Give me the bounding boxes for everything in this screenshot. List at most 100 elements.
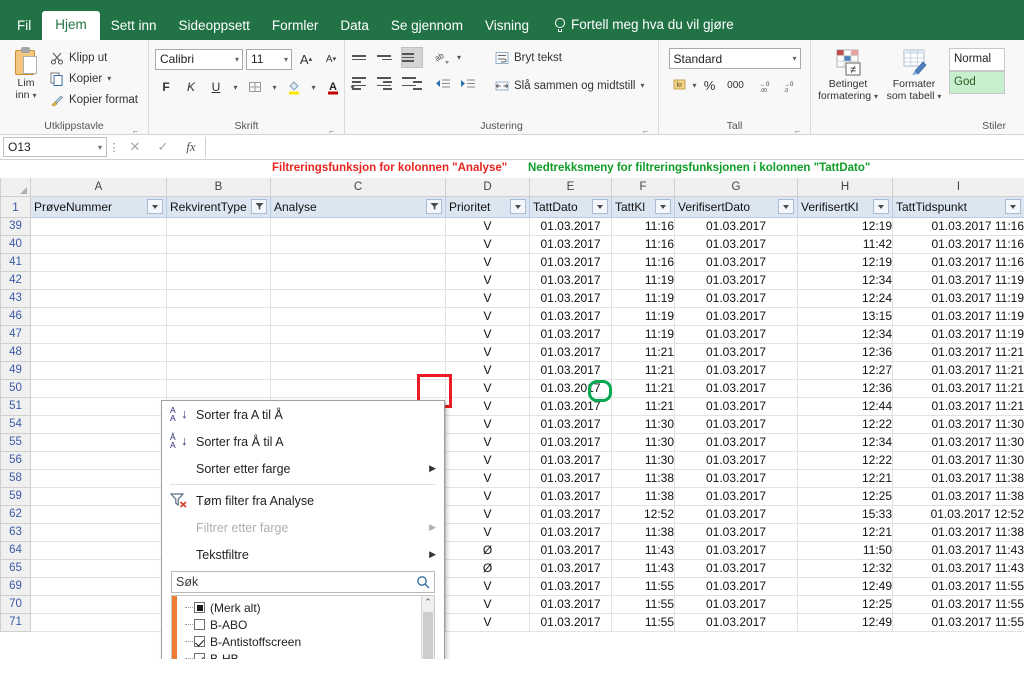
row-header-1[interactable]: 1 [0, 195, 31, 218]
cell-C39[interactable] [270, 217, 446, 236]
cell-H51[interactable]: 12:44 [797, 397, 893, 416]
cell-I71[interactable]: 01.03.2017 11:55 [892, 613, 1024, 632]
cell-A70[interactable] [30, 595, 167, 614]
table-row[interactable]: 69INNES-CRPV01.03.201711:5501.03.201712:… [0, 576, 1024, 596]
cell-D39[interactable]: V [445, 217, 530, 236]
row-header[interactable]: 70 [0, 594, 31, 614]
cell-E56[interactable]: 01.03.2017 [529, 451, 612, 470]
cell-H55[interactable]: 12:34 [797, 433, 893, 452]
cell-A64[interactable] [30, 541, 167, 560]
filter-option-item[interactable]: B-ABO [177, 616, 421, 633]
cell-A40[interactable] [30, 235, 167, 254]
column-header-a[interactable]: A [30, 178, 167, 197]
cell-E70[interactable]: 01.03.2017 [529, 595, 612, 614]
cell-F46[interactable]: 11:19 [611, 307, 675, 326]
cell-D62[interactable]: V [445, 505, 530, 524]
cell-F62[interactable]: 12:52 [611, 505, 675, 524]
borders-dropdown-arrow-icon[interactable]: ▾ [269, 77, 280, 98]
underline-dropdown-arrow-icon[interactable]: ▾ [230, 77, 241, 98]
cell-D65[interactable]: Ø [445, 559, 530, 578]
orientation-dropdown-arrow-icon[interactable]: ▾ [457, 53, 461, 62]
format-painter-button[interactable]: Kopier format [46, 89, 142, 110]
increase-indent-button[interactable] [457, 73, 479, 94]
cell-E62[interactable]: 01.03.2017 [529, 505, 612, 524]
cell-I63[interactable]: 01.03.2017 11:38 [892, 523, 1024, 542]
cell-I64[interactable]: 01.03.2017 11:43 [892, 541, 1024, 560]
column-header-i[interactable]: I [892, 178, 1024, 197]
cell-I50[interactable]: 01.03.2017 11:21 [892, 379, 1024, 398]
cell-D54[interactable]: V [445, 415, 530, 434]
table-row[interactable]: 51 V 01.03.2017 11:21 01.03.2017 12:44 01.03.2… [0, 396, 1024, 416]
cell-E47[interactable]: 01.03.2017 [529, 325, 612, 344]
cell-G56[interactable]: 01.03.2017 [674, 451, 798, 470]
increase-font-size-button[interactable]: A ▴ [295, 49, 317, 70]
cell-A43[interactable] [30, 289, 167, 308]
cell-F49[interactable]: 11:21 [611, 361, 675, 380]
cell-H71[interactable]: 12:49 [797, 613, 893, 632]
cell-G55[interactable]: 01.03.2017 [674, 433, 798, 452]
cell-B46[interactable] [166, 307, 271, 326]
cell-D42[interactable]: V [445, 271, 530, 290]
filter-options-list[interactable]: (Merk alt)B-ABOB-AntistoffscreenB-HBB-Rh… [171, 595, 435, 659]
row-header[interactable]: 65 [0, 558, 31, 578]
filter-button-tattkl[interactable] [655, 199, 671, 214]
table-row[interactable]: 56 V 01.03.2017 11:30 01.03.2017 12:22 01.03.2… [0, 450, 1024, 470]
cell-H46[interactable]: 13:15 [797, 307, 893, 326]
conditional-formatting-button[interactable]: ≠ Betinget formatering ▾ [817, 47, 879, 102]
menu-item-clear-filter[interactable]: Tøm filter fra Analyse [162, 487, 444, 514]
cell-F55[interactable]: 11:30 [611, 433, 675, 452]
cell-E59[interactable]: 01.03.2017 [529, 487, 612, 506]
cell-H59[interactable]: 12:25 [797, 487, 893, 506]
cell-C43[interactable] [270, 289, 446, 308]
cell-G63[interactable]: 01.03.2017 [674, 523, 798, 542]
row-header[interactable]: 64 [0, 540, 31, 560]
cell-G50[interactable]: 01.03.2017 [674, 379, 798, 398]
cell-F71[interactable]: 11:55 [611, 613, 675, 632]
cell-E63[interactable]: 01.03.2017 [529, 523, 612, 542]
cell-F54[interactable]: 11:30 [611, 415, 675, 434]
cell-E48[interactable]: 01.03.2017 [529, 343, 612, 362]
row-header[interactable]: 42 [0, 270, 31, 290]
cell-I39[interactable]: 01.03.2017 11:16 [892, 217, 1024, 236]
row-header[interactable]: 51 [0, 396, 31, 416]
number-format-combo[interactable]: Standard ▾ [668, 48, 801, 69]
table-row[interactable]: 40 V 01.03.2017 11:16 01.03.2017 11:42 01.03.2… [0, 234, 1024, 254]
accounting-format-button[interactable]: kr [668, 75, 690, 96]
ribbon-tab-visning[interactable]: Visning [474, 13, 540, 41]
cell-A69[interactable] [30, 577, 167, 596]
row-header[interactable]: 43 [0, 288, 31, 308]
cell-I43[interactable]: 01.03.2017 11:19 [892, 289, 1024, 308]
cell-G47[interactable]: 01.03.2017 [674, 325, 798, 344]
cell-G54[interactable]: 01.03.2017 [674, 415, 798, 434]
cell-A58[interactable] [30, 469, 167, 488]
cell-E69[interactable]: 01.03.2017 [529, 577, 612, 596]
clipboard-dialog-launcher[interactable]: ⌐ [131, 124, 140, 136]
fill-color-dropdown-arrow-icon[interactable]: ▾ [308, 77, 319, 98]
checkbox-icon[interactable] [194, 636, 205, 647]
cell-A41[interactable] [30, 253, 167, 272]
cell-B42[interactable] [166, 271, 271, 290]
cell-F51[interactable]: 11:21 [611, 397, 675, 416]
table-row[interactable]: 49 V 01.03.2017 11:21 01.03.2017 12:27 01.03.2… [0, 360, 1024, 380]
cell-D46[interactable]: V [445, 307, 530, 326]
align-bottom-button[interactable] [401, 47, 423, 68]
cell-E49[interactable]: 01.03.2017 [529, 361, 612, 380]
cell-I40[interactable]: 01.03.2017 11:16 [892, 235, 1024, 254]
cell-D50[interactable]: V [445, 379, 530, 398]
row-header[interactable]: 46 [0, 306, 31, 326]
copy-button[interactable]: Kopier ▾ [46, 68, 142, 89]
filter-option-item[interactable]: B-HB [177, 650, 421, 659]
cell-E39[interactable]: 01.03.2017 [529, 217, 612, 236]
cell-A46[interactable] [30, 307, 167, 326]
cell-B49[interactable] [166, 361, 271, 380]
cell-D55[interactable]: V [445, 433, 530, 452]
ribbon-tab-fil[interactable]: Fil [6, 13, 42, 41]
italic-button[interactable]: K [180, 77, 202, 98]
cell-D43[interactable]: V [445, 289, 530, 308]
cell-I62[interactable]: 01.03.2017 12:52 [892, 505, 1024, 524]
formula-input[interactable] [205, 137, 1024, 157]
cell-C40[interactable] [270, 235, 446, 254]
table-row[interactable]: 50 V 01.03.2017 11:21 01.03.2017 12:36 01.03.2… [0, 378, 1024, 398]
cell-G64[interactable]: 01.03.2017 [674, 541, 798, 560]
cell-I56[interactable]: 01.03.2017 11:30 [892, 451, 1024, 470]
